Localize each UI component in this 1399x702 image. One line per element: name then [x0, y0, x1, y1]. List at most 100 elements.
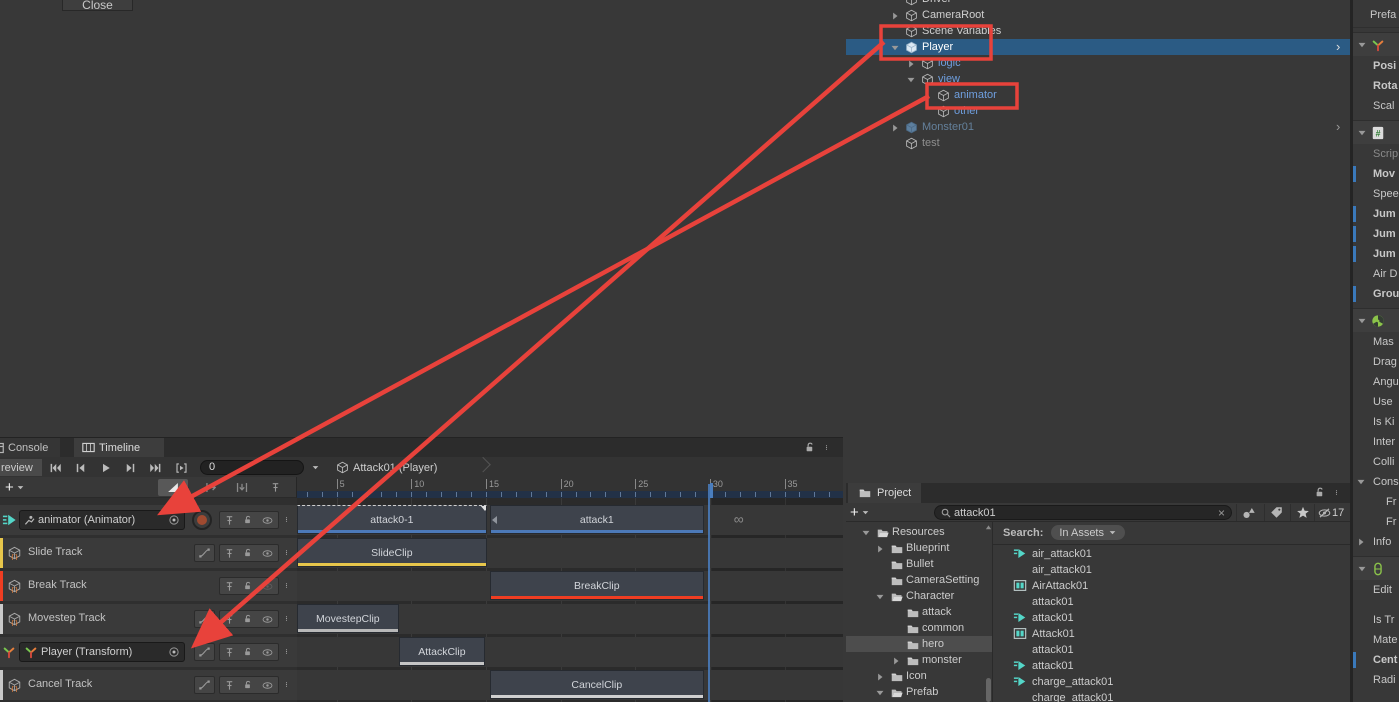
property-drag[interactable]: Drag [1353, 352, 1399, 372]
foldout-open-icon[interactable] [875, 592, 885, 602]
clip-attack0-1[interactable]: attack0-1 [297, 505, 487, 534]
lock-icon[interactable] [243, 547, 253, 559]
mute-eye-icon[interactable] [261, 515, 274, 526]
property-mate[interactable]: Mate [1353, 630, 1399, 650]
folder-item-blueprint[interactable]: Blueprint [846, 540, 992, 556]
property-colli[interactable]: Colli [1353, 452, 1399, 472]
mute-eye-icon[interactable] [261, 614, 274, 625]
add-track-button[interactable]: + [5, 478, 31, 496]
folder-item-prefab[interactable]: Prefab [846, 684, 992, 700]
property-grou[interactable]: Grou [1353, 284, 1399, 304]
property-scrip[interactable]: Scrip [1353, 144, 1399, 164]
create-asset-button[interactable]: + [850, 504, 870, 521]
search-by-type-button[interactable] [1236, 504, 1260, 521]
track-header-slide-track[interactable]: {}Slide Track [0, 538, 297, 568]
lock-icon[interactable] [243, 613, 253, 625]
clip-AttackClip[interactable]: AttackClip [399, 637, 486, 666]
lock-icon[interactable] [243, 679, 253, 691]
track-header-break-track[interactable]: {}Break Track [0, 571, 297, 601]
hierarchy-item-scene-variables[interactable]: Scene Variables [846, 23, 1352, 39]
foldout-closed-icon[interactable] [891, 656, 901, 666]
foldout-open-icon[interactable] [1356, 477, 1366, 487]
clip-MovestepClip[interactable]: MovestepClip [297, 604, 399, 633]
result-item-charge_attack01[interactable]: charge_attack01 [993, 674, 1352, 690]
property-posi[interactable]: Posi [1353, 56, 1399, 76]
property-jum[interactable]: Jum [1353, 244, 1399, 264]
pin-icon[interactable] [224, 613, 235, 626]
foldout-open-icon[interactable] [1357, 564, 1367, 574]
hierarchy-item-animator[interactable]: animator [846, 87, 1352, 103]
track-binding-field[interactable]: animator (Animator) [19, 510, 185, 530]
property-fr[interactable]: Fr [1353, 512, 1399, 532]
foldout-closed-icon[interactable] [906, 59, 916, 69]
result-item-attack01[interactable]: attack01 [993, 642, 1352, 658]
current-frame-field[interactable]: 0 [200, 460, 304, 475]
result-item-air_attack01[interactable]: air_attack01 [993, 546, 1352, 562]
foldout-closed-icon[interactable] [875, 672, 885, 682]
replace-mode-button[interactable] [227, 479, 257, 496]
component-header[interactable] [1353, 32, 1399, 56]
clip-BreakClip[interactable]: BreakClip [490, 571, 704, 600]
component-header[interactable]: # [1353, 120, 1399, 144]
foldout-closed-icon[interactable] [1356, 537, 1366, 547]
pin-icon[interactable] [224, 547, 235, 560]
track-menu-icon[interactable] [284, 513, 289, 526]
track-menu-icon[interactable] [284, 579, 289, 592]
project-search-input[interactable]: attack01 × [934, 505, 1232, 520]
property-is-tr[interactable]: Is Tr [1353, 610, 1399, 630]
clip-SlideClip[interactable]: SlideClip [297, 538, 487, 567]
property-inter[interactable]: Inter [1353, 432, 1399, 452]
lock-icon[interactable] [243, 580, 253, 592]
foldout-open-icon[interactable] [1357, 40, 1367, 50]
property-cent[interactable]: Cent [1353, 650, 1399, 670]
tab-timeline[interactable]: Timeline [74, 438, 164, 457]
property-info[interactable]: Info [1353, 532, 1399, 552]
result-item-attack01[interactable]: attack01 [993, 594, 1352, 610]
object-picker-icon[interactable] [168, 646, 180, 658]
result-item-charge_attack01[interactable]: charge_attack01 [993, 690, 1352, 702]
mute-eye-icon[interactable] [261, 647, 274, 658]
folder-item-icon[interactable]: Icon [846, 668, 992, 684]
property-spee[interactable]: Spee [1353, 184, 1399, 204]
prefab-chevron-icon[interactable]: › [1336, 119, 1340, 134]
property-scal[interactable]: Scal [1353, 96, 1399, 116]
foldout-open-icon[interactable] [890, 43, 900, 53]
clear-search-icon[interactable]: × [1218, 506, 1225, 520]
track-menu-icon[interactable] [284, 546, 289, 559]
preview-toggle[interactable]: review [0, 459, 42, 476]
folder-item-bullet[interactable]: Bullet [846, 556, 992, 572]
object-picker-icon[interactable] [168, 514, 180, 526]
folder-item-common[interactable]: common [846, 620, 992, 636]
property-cons[interactable]: Cons [1353, 472, 1399, 492]
hierarchy-item-logic[interactable]: logic [846, 55, 1352, 71]
foldout-open-icon[interactable] [875, 688, 885, 698]
folder-item-hero[interactable]: hero [846, 636, 992, 652]
pin-icon[interactable] [224, 646, 235, 659]
foldout-open-icon[interactable] [906, 75, 916, 85]
folder-item-attack[interactable]: attack [846, 604, 992, 620]
track-header-animator-animator-[interactable]: animator (Animator) [0, 505, 297, 535]
folder-item-camerasetting[interactable]: CameraSetting [846, 572, 992, 588]
unlock-icon[interactable] [804, 441, 816, 454]
property-jum[interactable]: Jum [1353, 224, 1399, 244]
mute-eye-icon[interactable] [261, 581, 274, 592]
prefab-chevron-icon[interactable]: › [1336, 39, 1340, 54]
tab-project[interactable]: Project [848, 483, 921, 503]
clip-attack1[interactable]: attack1 [490, 505, 704, 534]
property-use[interactable]: Use [1353, 392, 1399, 412]
foldout-closed-icon[interactable] [890, 123, 900, 133]
frame-rate-dropdown[interactable] [306, 459, 324, 476]
track-menu-icon[interactable] [284, 612, 289, 625]
favorites-button[interactable] [1290, 504, 1314, 521]
hierarchy-item-view[interactable]: view [846, 71, 1352, 87]
hierarchy-item-driver[interactable]: Driver [846, 0, 1352, 7]
project-menu-icon[interactable] [1334, 486, 1339, 499]
lock-icon[interactable] [243, 646, 253, 658]
goto-start-button[interactable] [44, 459, 67, 476]
hierarchy-item-test[interactable]: test [846, 135, 1352, 151]
play-button[interactable] [94, 459, 117, 476]
property-radi[interactable]: Radi [1353, 670, 1399, 690]
clip-CancelClip[interactable]: CancelClip [490, 670, 704, 699]
folder-item-character[interactable]: Character [846, 588, 992, 604]
goto-end-button[interactable] [144, 459, 167, 476]
